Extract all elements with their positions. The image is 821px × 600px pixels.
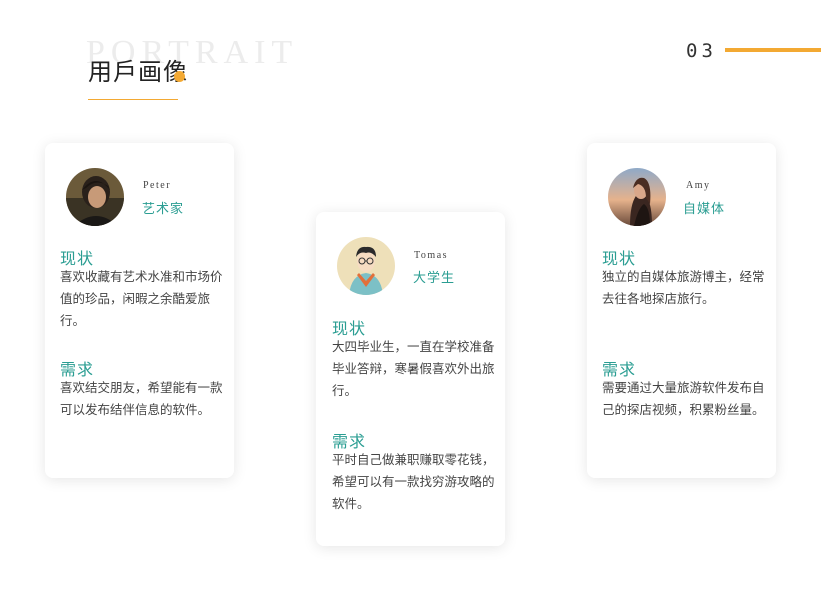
avatar — [337, 237, 395, 295]
page-number: 03 — [686, 40, 717, 62]
persona-role: 艺术家 — [142, 202, 185, 217]
need-text: 需要通过大量旅游软件发布自己的探店视频，积累粉丝量。 — [602, 380, 765, 417]
persona-role: 大学生 — [413, 271, 456, 286]
page-title: 用戶画像 — [88, 58, 188, 86]
title-underline — [88, 99, 178, 100]
person-photo-icon — [66, 168, 124, 226]
avatar — [66, 168, 124, 226]
person-photo-icon — [608, 168, 666, 226]
persona-role: 自媒体 — [683, 202, 726, 217]
persona-name: Peter — [143, 180, 172, 191]
persona-card-amy: Amy 自媒体 现状 独立的自媒体旅游博主，经常去往各地探店旅行。 需求 需要通… — [587, 143, 776, 478]
illustrated-person-icon — [337, 237, 395, 295]
need-text: 平时自己做兼职赚取零花钱，希望可以有一款找穷游攻略的软件。 — [332, 452, 495, 511]
title-accent-dot — [174, 71, 185, 82]
page-number-accent-bar — [725, 48, 821, 52]
status-text: 独立的自媒体旅游博主，经常去往各地探店旅行。 — [602, 269, 765, 306]
avatar — [608, 168, 666, 226]
persona-card-peter: Peter 艺术家 现状 喜欢收藏有艺术水准和市场价值的珍品，闲暇之余酷爱旅行。… — [45, 143, 234, 478]
status-text: 喜欢收藏有艺术水准和市场价值的珍品，闲暇之余酷爱旅行。 — [60, 269, 223, 328]
need-text: 喜欢结交朋友，希望能有一款可以发布结伴信息的软件。 — [60, 380, 223, 417]
persona-name: Amy — [686, 180, 711, 191]
persona-card-tomas: Tomas 大学生 现状 大四毕业生，一直在学校准备毕业答辩，寒暑假喜欢外出旅行… — [316, 212, 505, 546]
persona-name: Tomas — [414, 250, 449, 261]
status-text: 大四毕业生，一直在学校准备毕业答辩，寒暑假喜欢外出旅行。 — [332, 339, 495, 398]
